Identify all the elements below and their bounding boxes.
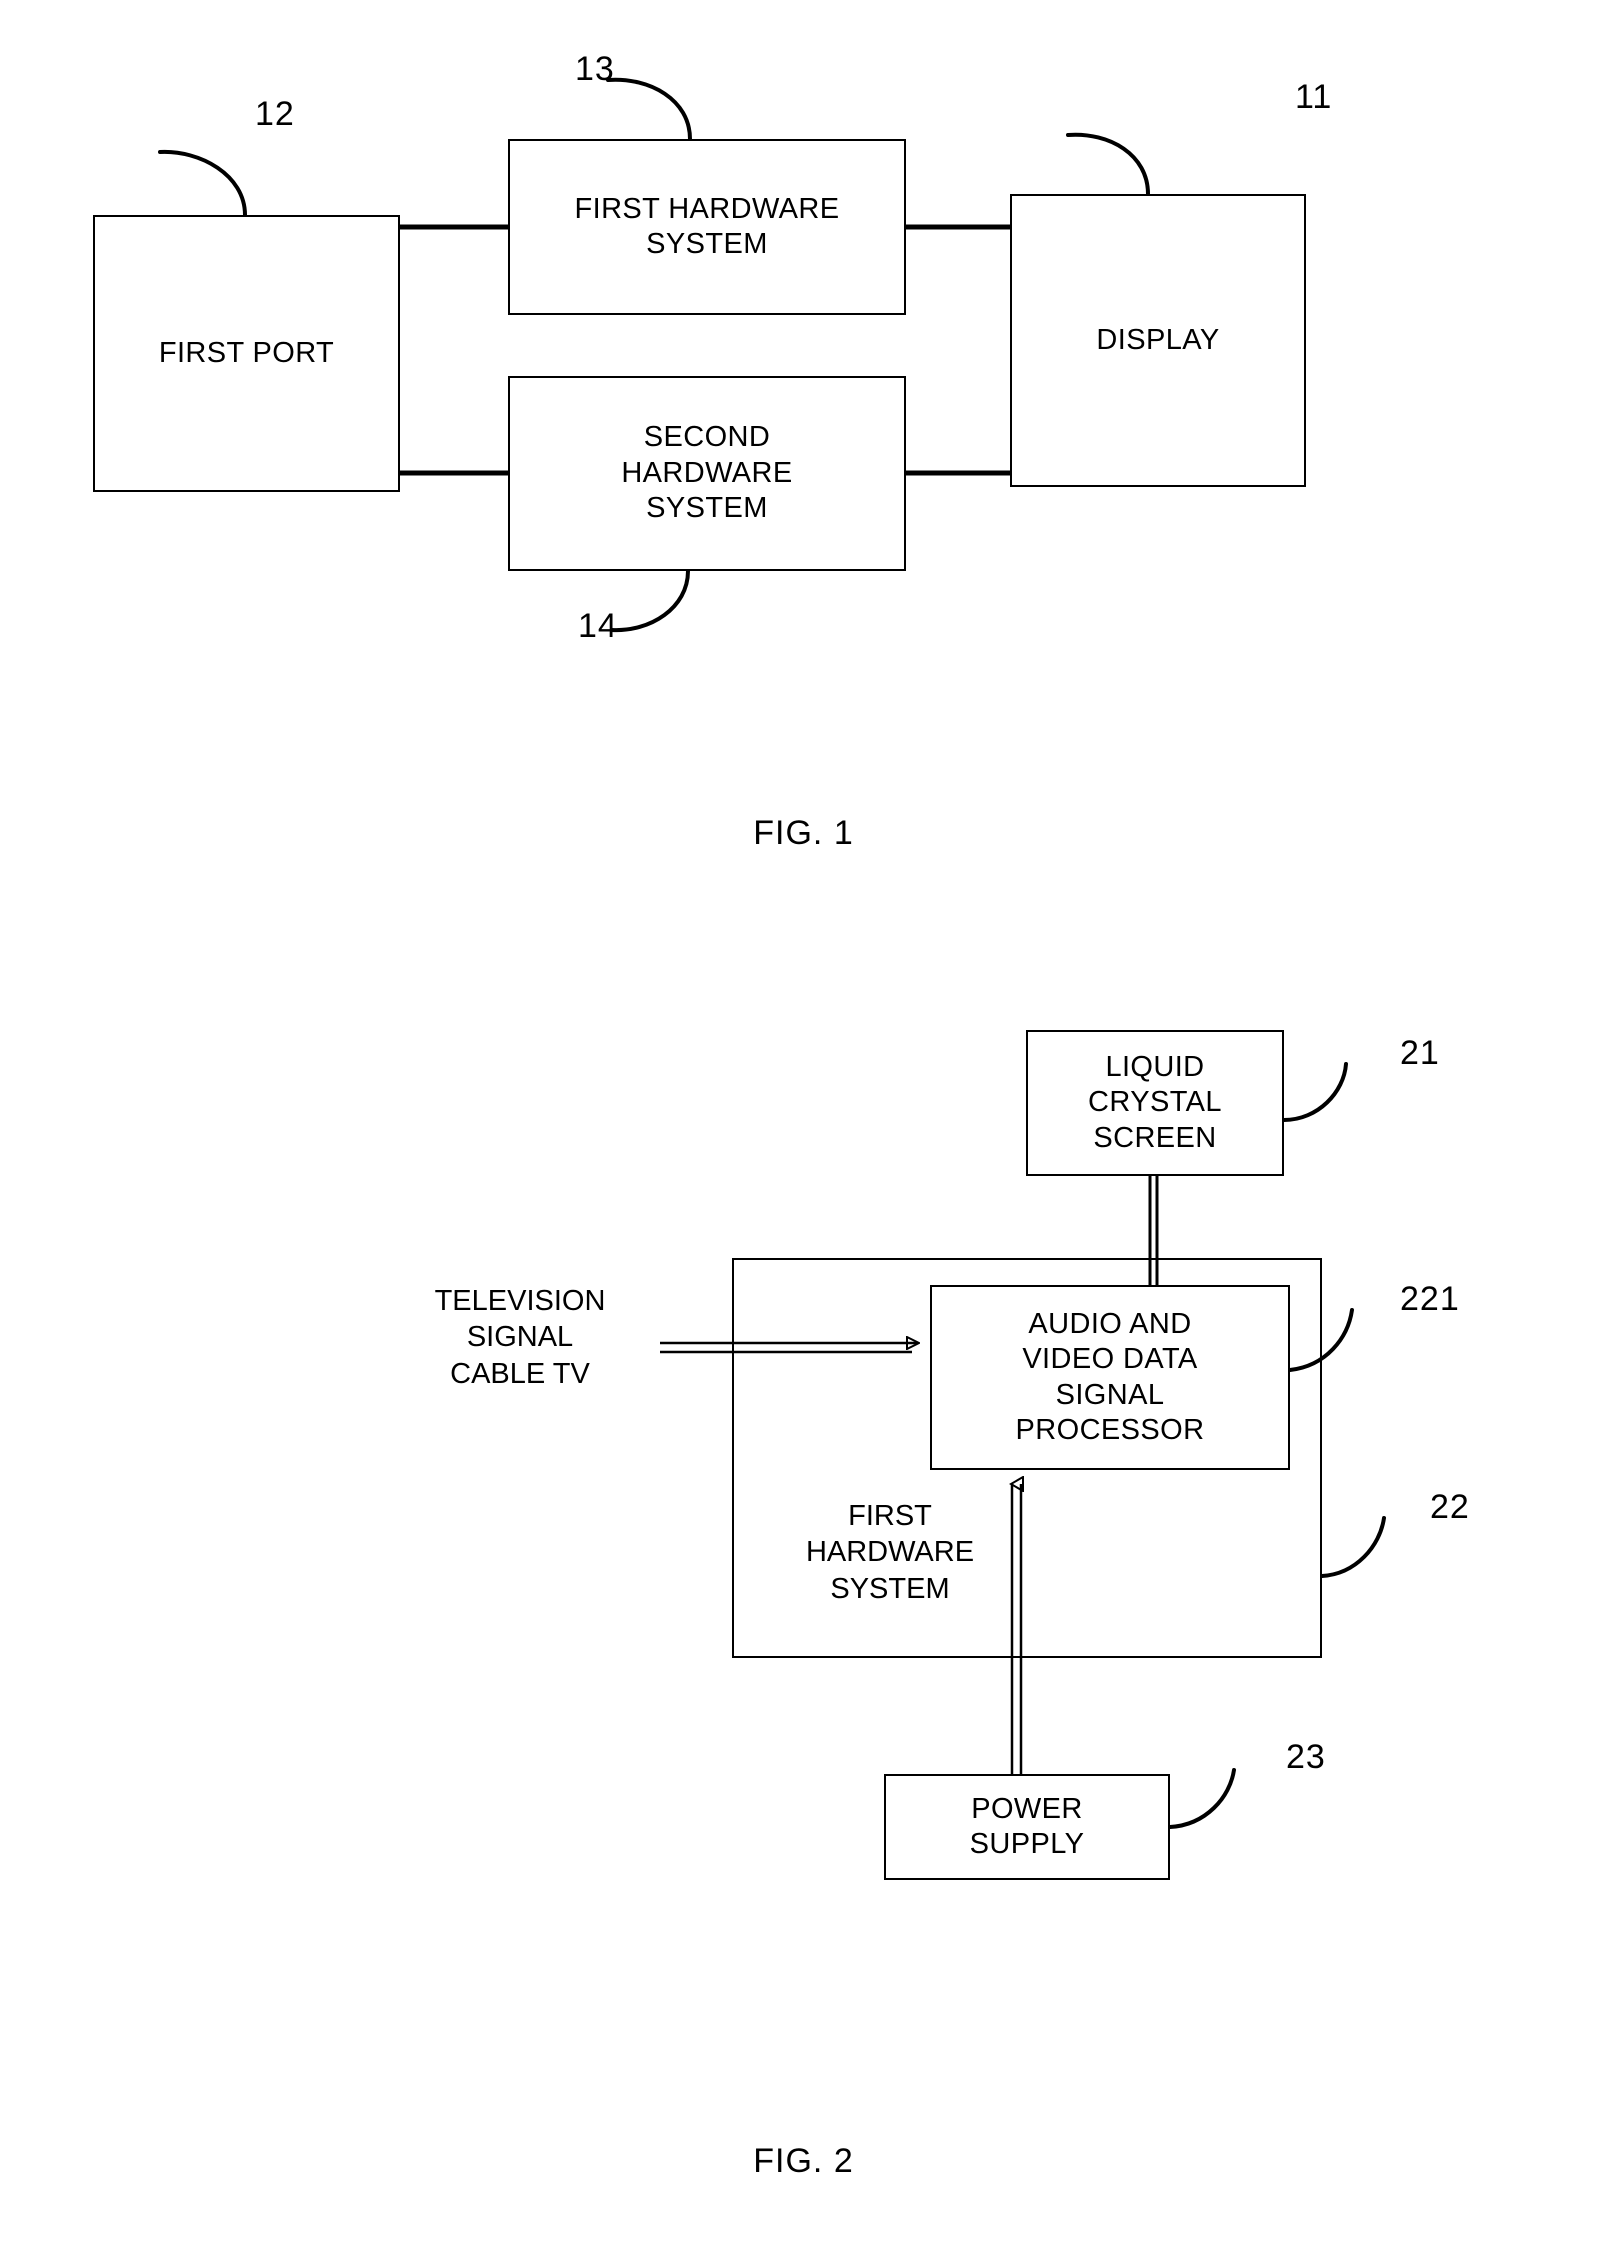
ref-numeral-21: 21 xyxy=(1400,1034,1440,1072)
ref-numeral-22: 22 xyxy=(1430,1488,1470,1526)
patent-drawing-page: FIRST PORT FIRST HARDWARE SYSTEM SECOND … xyxy=(0,0,1607,2255)
figure-2-caption: FIG. 2 xyxy=(753,2142,854,2180)
ref-numeral-221: 221 xyxy=(1400,1280,1460,1318)
ref-numeral-23: 23 xyxy=(1286,1738,1326,1776)
fig2-connectors xyxy=(660,1062,1386,1829)
